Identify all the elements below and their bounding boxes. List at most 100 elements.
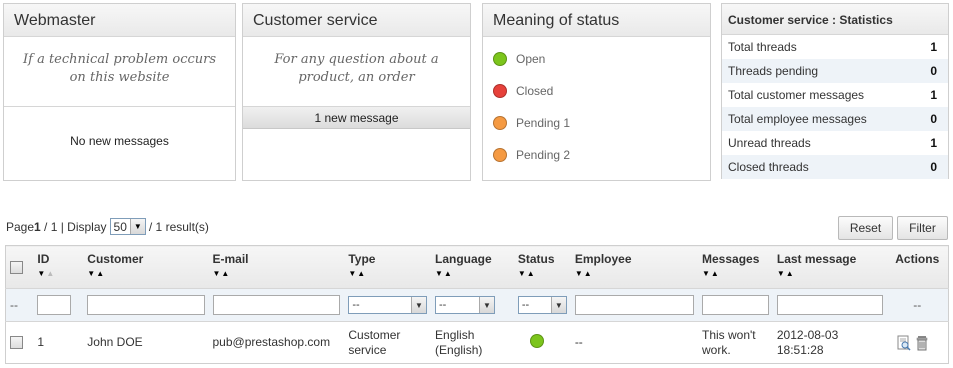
col-employee[interactable]: Employee ▼▲ xyxy=(570,245,698,289)
reset-button[interactable]: Reset xyxy=(838,216,893,240)
stat-value: 0 xyxy=(930,112,937,126)
status-dot-icon xyxy=(493,148,507,162)
stat-label: Threads pending xyxy=(728,64,819,78)
filter-button[interactable]: Filter xyxy=(897,216,948,240)
filter-row: -- -- ▼ -- ▼ -- ▼ -- xyxy=(5,288,949,322)
customer-service-description: For any question about a product, an ord… xyxy=(243,37,470,107)
table-row[interactable]: 1 John DOE pub@prestashop.com Customer s… xyxy=(6,322,949,364)
filter-last-message-input[interactable] xyxy=(776,295,883,315)
stat-value: 0 xyxy=(930,64,937,78)
sort-arrows-icon[interactable]: ▼▲ xyxy=(87,269,204,278)
sort-arrows-icon[interactable]: ▼▲ xyxy=(518,269,567,278)
status-dot-icon xyxy=(493,52,507,66)
sort-arrows-icon[interactable]: ▼▲ xyxy=(435,269,510,278)
view-icon[interactable] xyxy=(897,335,911,351)
column-label: ID xyxy=(37,252,50,266)
col-email[interactable]: E-mail ▼▲ xyxy=(208,245,345,289)
chevron-down-icon[interactable]: ▼ xyxy=(129,219,145,234)
status-dot-icon xyxy=(529,333,544,348)
sort-arrows-icon[interactable]: ▼▲ xyxy=(37,269,79,278)
row-checkbox[interactable] xyxy=(10,336,23,350)
stat-label: Closed threads xyxy=(728,160,809,174)
stat-value: 1 xyxy=(930,40,937,54)
cell-employee: -- xyxy=(574,335,583,349)
status-legend-item: Open xyxy=(483,39,710,71)
col-status[interactable]: Status ▼▲ xyxy=(513,245,571,289)
webmaster-message-status: No new messages xyxy=(70,134,169,148)
cell-status xyxy=(514,322,571,364)
stat-label: Total threads xyxy=(728,40,797,54)
cell-last-message: 2012-08-03 18:51:28 xyxy=(776,327,839,357)
filter-employee-cell xyxy=(570,288,698,322)
status-dot-icon xyxy=(493,84,507,98)
col-last-message[interactable]: Last message ▼▲ xyxy=(772,245,887,289)
filter-employee-input[interactable] xyxy=(574,295,694,315)
col-actions: Actions xyxy=(886,245,949,289)
stat-row-customer-messages: Total customer messages 1 xyxy=(722,83,948,107)
webmaster-panel: Webmaster If a technical problem occurs … xyxy=(3,3,236,181)
sort-arrows-icon[interactable]: ▼▲ xyxy=(213,269,341,278)
select-all-checkbox[interactable] xyxy=(10,261,23,275)
select-all-cell xyxy=(5,245,34,289)
column-label: Language xyxy=(435,252,492,266)
col-type[interactable]: Type ▼▲ xyxy=(344,245,432,289)
filter-messages-input[interactable] xyxy=(702,295,769,315)
filter-placeholder: -- xyxy=(5,288,34,322)
filter-status-cell: -- ▼ xyxy=(513,288,571,322)
filter-customer-cell xyxy=(83,288,209,322)
stat-row-employee-messages: Total employee messages 0 xyxy=(722,107,948,131)
status-label: Pending 2 xyxy=(516,148,571,162)
new-message-link[interactable]: 1 new message xyxy=(243,107,470,129)
status-legend-item: Pending 2 xyxy=(483,135,710,167)
filter-last-message-cell xyxy=(772,288,887,322)
filter-status-select[interactable]: -- ▼ xyxy=(517,296,567,314)
stat-value: 1 xyxy=(930,88,937,102)
cell-type: Customer service xyxy=(348,327,401,357)
status-legend-item: Pending 1 xyxy=(483,103,710,135)
filter-id-input[interactable] xyxy=(37,295,72,315)
page-suffix: / 1 | Display xyxy=(40,219,107,234)
sort-arrows-icon[interactable]: ▼▲ xyxy=(777,269,883,278)
customer-service-title: Customer service xyxy=(243,4,470,37)
col-customer[interactable]: Customer ▼▲ xyxy=(83,245,209,289)
status-label: Pending 1 xyxy=(516,116,571,130)
filter-email-input[interactable] xyxy=(212,295,341,315)
select-value: -- xyxy=(439,299,447,311)
column-label: Messages xyxy=(702,252,760,266)
stat-value: 0 xyxy=(930,160,937,174)
statistics-title: Customer service : Statistics xyxy=(722,4,948,35)
per-page-select[interactable]: 50 ▼ xyxy=(109,218,146,235)
col-id[interactable]: ID ▼▲ xyxy=(33,245,84,289)
per-page-value: 50 xyxy=(113,219,127,234)
status-meaning-panel: Meaning of status Open Closed Pending 1 … xyxy=(482,3,711,181)
filter-language-select[interactable]: -- ▼ xyxy=(435,296,496,314)
row-actions xyxy=(891,335,944,351)
chevron-down-icon[interactable]: ▼ xyxy=(411,297,427,313)
sort-arrows-icon[interactable]: ▼▲ xyxy=(348,269,427,278)
status-label: Open xyxy=(516,52,546,66)
filter-actions-placeholder: -- xyxy=(886,288,949,322)
col-messages[interactable]: Messages ▼▲ xyxy=(698,245,773,289)
filter-email-cell xyxy=(208,288,345,322)
filter-type-select[interactable]: -- ▼ xyxy=(348,296,428,314)
filter-customer-input[interactable] xyxy=(87,295,205,315)
status-dot-icon xyxy=(493,116,507,130)
column-label: Status xyxy=(517,252,555,266)
trash-icon[interactable] xyxy=(915,335,929,351)
stat-row-closed-threads: Closed threads 0 xyxy=(722,155,948,179)
sort-arrows-icon[interactable]: ▼▲ xyxy=(575,269,694,278)
stat-value: 1 xyxy=(930,136,937,150)
col-language[interactable]: Language ▼▲ xyxy=(431,245,514,289)
chevron-down-icon[interactable]: ▼ xyxy=(550,297,566,313)
sort-arrows-icon[interactable]: ▼▲ xyxy=(702,269,769,278)
chevron-down-icon[interactable]: ▼ xyxy=(479,297,495,313)
column-label: Customer xyxy=(87,252,144,266)
stat-row-unread-threads: Unread threads 1 xyxy=(722,131,948,155)
stat-row-total-threads: Total threads 1 xyxy=(722,35,948,59)
select-value: -- xyxy=(352,299,360,311)
webmaster-title: Webmaster xyxy=(4,4,235,37)
filter-messages-cell xyxy=(698,288,773,322)
status-meaning-title: Meaning of status xyxy=(483,4,710,37)
cell-customer: John DOE xyxy=(87,335,143,349)
filter-language-cell: -- ▼ xyxy=(431,288,514,322)
